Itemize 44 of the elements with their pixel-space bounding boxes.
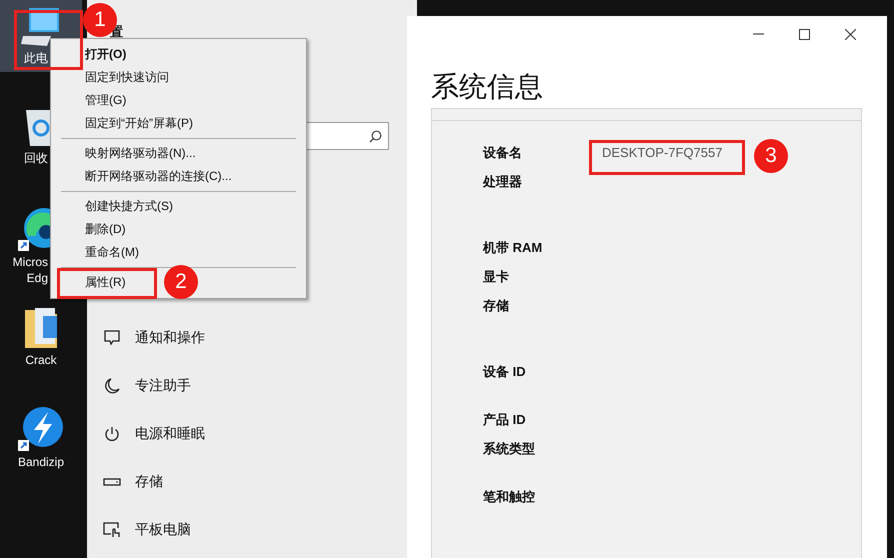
- menu-item[interactable]: 创建快捷方式(S): [85, 196, 173, 217]
- speech-bubble-icon: [103, 330, 121, 346]
- info-label: 设备 ID: [483, 363, 527, 381]
- power-icon: [103, 426, 121, 442]
- icon-label: Crack: [25, 352, 57, 368]
- menu-item[interactable]: 重命名(M): [85, 242, 139, 263]
- nav-item[interactable]: 存储: [103, 458, 205, 506]
- computer-icon: [21, 6, 61, 48]
- icon-label: 回收: [23, 150, 48, 166]
- nav-item[interactable]: 平板电脑: [103, 506, 205, 554]
- icon-label: Bandizip: [18, 454, 64, 470]
- info-label: 存储: [483, 297, 510, 315]
- search-icon: [369, 130, 382, 142]
- maximize-icon: [798, 28, 810, 40]
- desktop-icon[interactable]: Crack: [0, 300, 82, 400]
- desktop-icon[interactable]: Bandizip: [0, 400, 82, 500]
- menu-item[interactable]: 映射网络驱动器(N)...: [85, 143, 196, 164]
- moon-icon: [103, 378, 121, 394]
- nav-item[interactable]: 专注助手: [103, 362, 205, 410]
- info-label: 笔和触控: [483, 488, 536, 506]
- info-label: 系统类型: [483, 440, 536, 458]
- info-label: 显卡: [483, 268, 510, 286]
- menu-item[interactable]: 断开网络驱动器的连接(C)...: [85, 166, 232, 187]
- info-label: 设备名: [483, 144, 523, 162]
- menu-item[interactable]: 管理(G): [85, 90, 126, 111]
- info-value: DESKTOP-7FQ7557: [602, 144, 722, 162]
- info-label: 产品 ID: [483, 411, 527, 429]
- menu-item[interactable]: 固定到“开始”屏幕(P): [85, 113, 193, 134]
- minimize-icon: [752, 33, 764, 35]
- icon-label: Micros Edg: [12, 254, 48, 286]
- menu-item[interactable]: 属性(R): [85, 272, 126, 293]
- close-icon: [844, 28, 856, 40]
- nav-item[interactable]: 电源和睡眠: [103, 410, 205, 458]
- window-title: 系统信息: [431, 70, 544, 104]
- storage-icon: [103, 478, 121, 486]
- info-label: 机带 RAM: [483, 239, 544, 257]
- icon-label: 此电: [23, 50, 48, 66]
- tablet-icon: [103, 522, 121, 538]
- bandizip-icon: [18, 406, 64, 452]
- folder-icon: [23, 306, 59, 350]
- info-label: 处理器: [483, 173, 523, 191]
- menu-item[interactable]: 固定到快速访问: [85, 67, 169, 88]
- menu-item[interactable]: 删除(D): [85, 219, 126, 240]
- nav-item[interactable]: 通知和操作: [103, 314, 205, 362]
